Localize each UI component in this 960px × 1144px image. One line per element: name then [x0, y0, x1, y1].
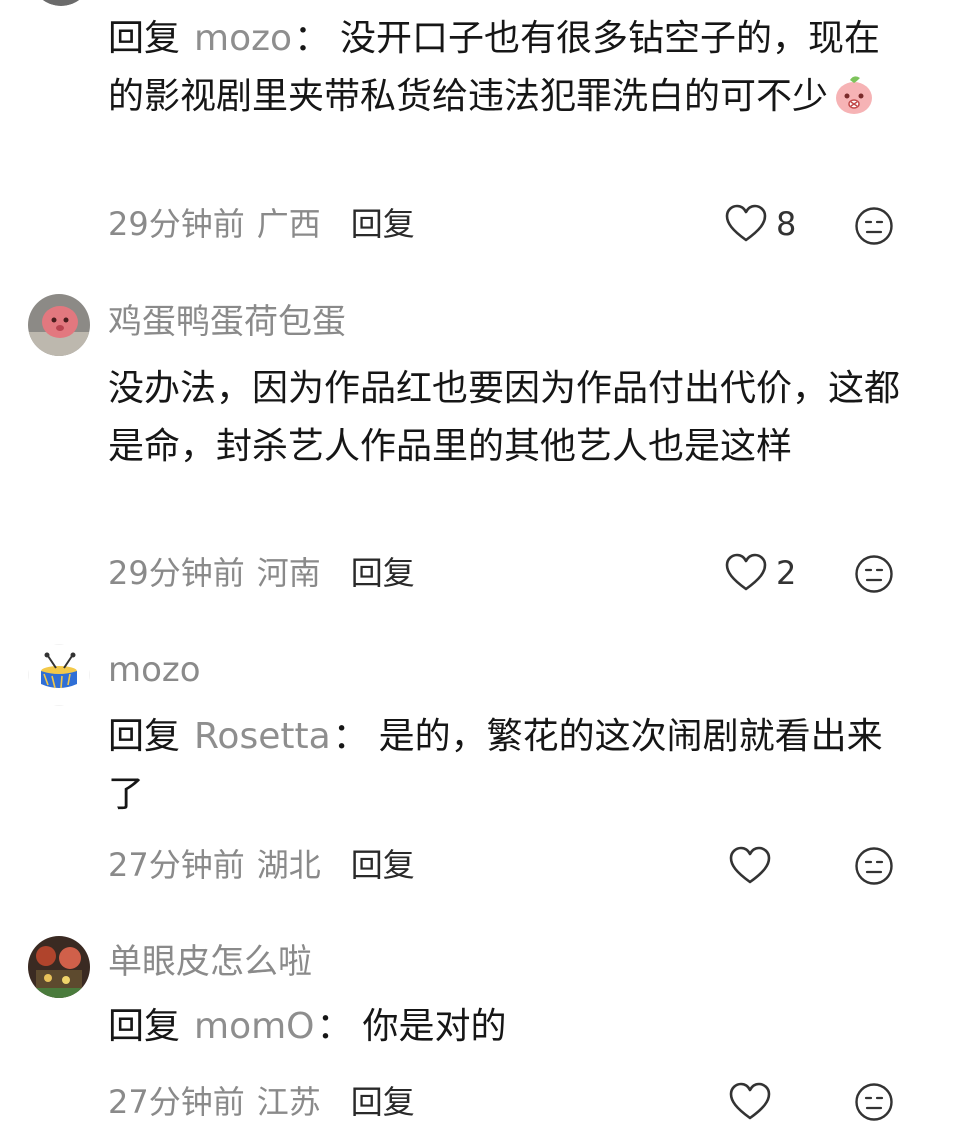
- heart-outline-icon: [729, 1082, 771, 1120]
- react-button[interactable]: [854, 1082, 894, 1122]
- reply-colon: ：: [294, 18, 331, 59]
- comment-text: 回复 mozo： 没开口子也有很多钻空子的，现在的影视剧里夹带私货给违法犯罪洗白的可…: [108, 10, 908, 126]
- heart-outline-icon: [729, 846, 771, 884]
- comment-time: 29分钟前: [108, 205, 245, 243]
- avatar[interactable]: [28, 936, 90, 998]
- comment-location: 河南: [256, 554, 321, 592]
- comment-time: 27分钟前: [108, 1083, 245, 1121]
- comment-time: 27分钟前: [108, 846, 245, 884]
- like-button[interactable]: 8: [724, 202, 796, 246]
- like-button[interactable]: [728, 1080, 772, 1124]
- react-button[interactable]: [854, 206, 894, 246]
- like-count: 2: [776, 554, 797, 592]
- avatar[interactable]: [28, 294, 90, 356]
- comment-meta: 27分钟前 江苏 回复: [108, 1082, 415, 1122]
- avatar[interactable]: [30, 0, 92, 6]
- neutral-face-icon: [855, 847, 893, 885]
- reply-target-user[interactable]: Rosetta: [194, 716, 331, 757]
- comment-location: 广西: [256, 205, 321, 243]
- neutral-face-icon: [855, 1083, 893, 1121]
- comment-meta: 27分钟前 湖北 回复: [108, 845, 415, 885]
- reply-button[interactable]: 回复: [351, 205, 415, 243]
- reply-prefix: 回复: [108, 18, 181, 59]
- reply-button[interactable]: 回复: [351, 554, 415, 592]
- peach-emoji-icon: [832, 72, 876, 116]
- like-count: 8: [776, 205, 797, 243]
- reply-target-user[interactable]: momO: [194, 1006, 315, 1047]
- heart-outline-icon: [725, 553, 767, 591]
- reply-colon: ：: [332, 716, 369, 757]
- reply-button[interactable]: 回复: [351, 846, 415, 884]
- comment-time: 29分钟前: [108, 554, 245, 592]
- reply-prefix: 回复: [108, 1006, 181, 1047]
- comment-username[interactable]: mozo: [108, 650, 201, 690]
- comment-location: 江苏: [256, 1083, 321, 1121]
- neutral-face-icon: [855, 555, 893, 593]
- react-button[interactable]: [854, 554, 894, 594]
- reply-button[interactable]: 回复: [351, 1083, 415, 1121]
- comment-meta: 29分钟前 河南 回复: [108, 553, 415, 593]
- avatar[interactable]: [28, 644, 90, 706]
- reply-prefix: 回复: [108, 716, 181, 757]
- neutral-face-icon: [855, 207, 893, 245]
- comment-text: 没办法，因为作品红也要因为作品付出代价，这都是命，封杀艺人作品里的其他艺人也是这…: [108, 368, 901, 467]
- like-button[interactable]: 2: [724, 551, 796, 595]
- comment-username[interactable]: 单眼皮怎么啦: [108, 942, 312, 982]
- like-button[interactable]: [728, 844, 772, 888]
- comment-text: 回复 momO： 你是对的: [108, 998, 908, 1056]
- comment-username[interactable]: 鸡蛋鸭蛋荷包蛋: [108, 302, 346, 342]
- heart-outline-icon: [725, 204, 767, 242]
- comment-content: 你是对的: [362, 1006, 507, 1047]
- comment-location: 湖北: [256, 846, 321, 884]
- comment-text: 回复 Rosetta： 是的，繁花的这次闹剧就看出来了: [108, 708, 908, 824]
- reply-colon: ：: [316, 1006, 353, 1047]
- react-button[interactable]: [854, 846, 894, 886]
- comment-meta: 29分钟前 广西 回复: [108, 204, 415, 244]
- reply-target-user[interactable]: mozo: [194, 18, 292, 59]
